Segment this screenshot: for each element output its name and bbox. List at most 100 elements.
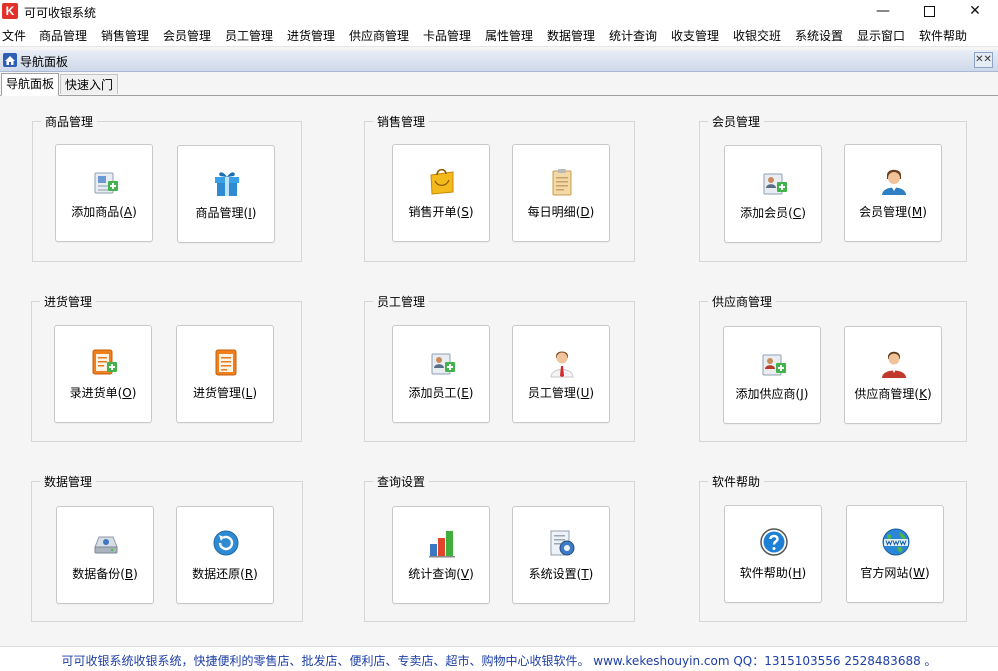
clipboard-icon	[552, 169, 572, 196]
tile-label: 供应商管理	[854, 387, 915, 401]
group-title: 供应商管理	[708, 293, 777, 310]
group-title: 数据管理	[40, 473, 97, 490]
panel-close-button[interactable]: ✕✕	[974, 52, 993, 68]
menu-supplier[interactable]: 供应商管理	[349, 27, 409, 44]
menu-finance[interactable]: 收支管理	[671, 27, 719, 44]
statistics-query-button[interactable]: 统计查询(V)	[392, 506, 490, 604]
menu-statistics[interactable]: 统计查询	[609, 27, 657, 44]
status-text: 可可收银系统收银系统，快捷便利的零售店、批发店、便利店、专卖店、超市、购物中心收…	[61, 654, 937, 668]
tile-label: 数据还原	[192, 567, 241, 581]
tile-label: 添加会员	[740, 206, 789, 220]
add-member-icon	[763, 173, 787, 195]
menu-shift[interactable]: 收银交班	[733, 27, 781, 44]
tile-label: 系统设置	[528, 567, 577, 581]
add-purchase-order-button[interactable]: 录进货单(O)	[54, 325, 152, 423]
data-backup-button[interactable]: 数据备份(B)	[56, 506, 154, 604]
purchase-management-button[interactable]: 进货管理(L)	[176, 325, 274, 423]
supplier-management-button[interactable]: 供应商管理(K)	[844, 326, 942, 424]
hotkey: R	[244, 567, 254, 581]
settings-document-icon	[550, 530, 575, 556]
add-member-button[interactable]: 添加会员(C)	[724, 145, 822, 243]
tile-label: 商品管理	[195, 206, 244, 220]
add-product-button[interactable]: 添加商品(A)	[55, 144, 153, 242]
employee-management-button[interactable]: 员工管理(U)	[512, 325, 610, 423]
menu-card[interactable]: 卡品管理	[423, 27, 471, 44]
menu-settings[interactable]: 系统设置	[795, 27, 843, 44]
menu-data[interactable]: 数据管理	[547, 27, 595, 44]
purchase-order-icon	[215, 349, 237, 376]
group-title: 员工管理	[373, 293, 430, 310]
menu-employee[interactable]: 员工管理	[225, 27, 273, 44]
employee-icon	[550, 351, 574, 378]
help-icon	[760, 528, 788, 556]
hotkey: H	[792, 566, 802, 580]
supplier-icon	[882, 351, 906, 378]
group-title: 商品管理	[41, 113, 98, 130]
tile-label: 每日明细	[527, 205, 576, 219]
globe-www-icon	[882, 528, 910, 556]
tab-quick-start[interactable]: 快速入门	[60, 74, 118, 94]
hotkey: A	[123, 205, 133, 219]
menu-window[interactable]: 显示窗口	[857, 27, 905, 44]
tile-label: 软件帮助	[739, 566, 788, 580]
menu-attribute[interactable]: 属性管理	[485, 27, 533, 44]
hotkey: B	[124, 567, 134, 581]
minimize-button[interactable]: —	[860, 0, 906, 22]
tile-label: 添加员工	[408, 386, 457, 400]
official-website-button[interactable]: 官方网站(W)	[846, 505, 944, 603]
title-bar: K 可可收银系统 — ✕	[0, 0, 998, 24]
tile-label: 进货管理	[192, 386, 241, 400]
hotkey: S	[461, 205, 469, 219]
group-title: 软件帮助	[708, 473, 765, 490]
add-employee-icon	[431, 353, 455, 375]
system-settings-button[interactable]: 系统设置(T)	[512, 506, 610, 604]
bar-chart-icon	[429, 531, 455, 558]
menu-member[interactable]: 会员管理	[163, 27, 211, 44]
data-restore-button[interactable]: 数据还原(R)	[176, 506, 274, 604]
add-supplier-icon	[762, 354, 786, 376]
product-management-button[interactable]: 商品管理(I)	[177, 145, 275, 243]
maximize-button[interactable]	[906, 0, 952, 22]
hotkey: I	[248, 206, 252, 220]
hotkey: E	[461, 386, 469, 400]
sales-order-button[interactable]: 销售开单(S)	[392, 144, 490, 242]
menu-purchase[interactable]: 进货管理	[287, 27, 335, 44]
app-logo-icon: K	[2, 3, 18, 19]
group-title: 查询设置	[373, 473, 430, 490]
add-product-icon	[94, 172, 118, 194]
shopping-bag-icon	[430, 168, 454, 195]
menu-file[interactable]: 文件	[2, 27, 26, 44]
tile-label: 员工管理	[527, 386, 576, 400]
tile-label: 录进货单	[69, 386, 118, 400]
panel-header: 导航面板 ✕✕	[0, 50, 998, 72]
tab-navigation[interactable]: 导航面板	[1, 73, 59, 96]
software-help-button[interactable]: 软件帮助(H)	[724, 505, 822, 603]
hotkey: D	[580, 205, 590, 219]
backup-drive-icon	[94, 536, 118, 554]
menu-bar: 文件 商品管理 销售管理 会员管理 员工管理 进货管理 供应商管理 卡品管理 属…	[0, 24, 998, 47]
daily-detail-button[interactable]: 每日明细(D)	[512, 144, 610, 242]
home-icon	[3, 53, 17, 67]
hotkey: V	[460, 567, 470, 581]
panel-title: 导航面板	[20, 55, 69, 69]
menu-sales[interactable]: 销售管理	[101, 27, 149, 44]
close-button[interactable]: ✕	[952, 0, 998, 22]
hotkey: J	[800, 387, 804, 401]
hotkey: L	[245, 386, 253, 400]
window-title: 可可收银系统	[24, 6, 97, 20]
tile-label: 添加供应商	[735, 387, 796, 401]
member-icon	[882, 169, 906, 195]
add-supplier-button[interactable]: 添加供应商(J)	[723, 326, 821, 424]
group-title: 会员管理	[708, 113, 765, 130]
member-management-button[interactable]: 会员管理(M)	[844, 144, 942, 242]
add-employee-button[interactable]: 添加员工(E)	[392, 325, 490, 423]
tile-label: 官方网站	[860, 566, 909, 580]
menu-help[interactable]: 软件帮助	[919, 27, 967, 44]
gift-box-icon	[215, 172, 239, 196]
hotkey: K	[919, 387, 927, 401]
status-bar: 可可收银系统收银系统，快捷便利的零售店、批发店、便利店、专卖店、超市、购物中心收…	[0, 646, 998, 671]
group-title: 进货管理	[40, 293, 97, 310]
menu-product[interactable]: 商品管理	[39, 27, 87, 44]
hotkey: W	[913, 566, 925, 580]
hotkey: U	[580, 386, 590, 400]
